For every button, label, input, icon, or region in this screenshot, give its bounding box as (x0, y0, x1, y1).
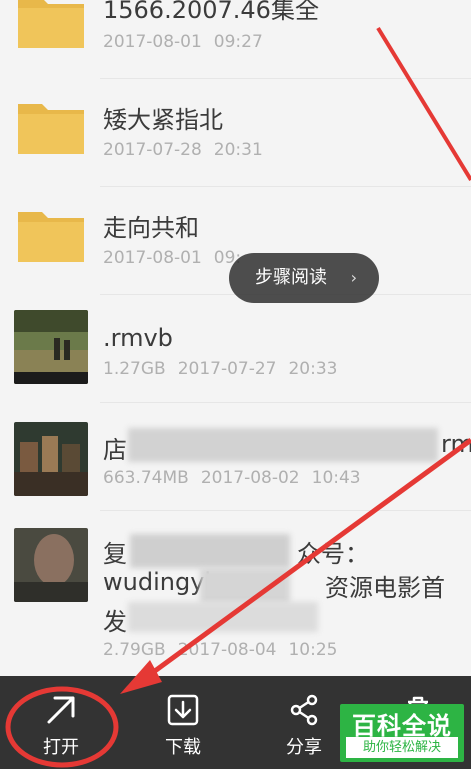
step-reading-label: 步骤阅读 (255, 267, 327, 288)
step-reading-button[interactable]: 步骤阅读 › (229, 253, 379, 303)
file-size: 2.79GB (103, 640, 166, 660)
watermark-subtitle: 助你轻松解决 (346, 737, 458, 758)
file-name-line1-start: 复 (103, 540, 127, 568)
file-size: 1.27GB (103, 359, 166, 379)
file-meta: 2017-08-01 09:27 (103, 32, 263, 52)
file-name-end: rm (441, 430, 471, 458)
file-date: 2017-08-04 (177, 640, 277, 660)
folder-icon (18, 212, 84, 262)
file-date: 2017-08-01 (103, 32, 202, 52)
share-button[interactable]: 分享 (261, 676, 347, 769)
chevron-right-icon: › (350, 268, 357, 287)
download-button[interactable]: 下载 (140, 676, 226, 769)
list-item[interactable]: 1566.2007.46集全 2017-08-01 09:27 (0, 0, 471, 75)
redacted-name (200, 568, 290, 604)
video-thumbnail (14, 310, 88, 384)
file-size: 663.74MB (103, 468, 189, 488)
file-date: 2017-07-28 (103, 140, 202, 160)
file-time: 10:25 (288, 640, 338, 660)
file-name-line3: 发 (103, 608, 127, 636)
file-time: 20:31 (213, 140, 263, 160)
file-meta: 2017-08-01 09: (103, 248, 241, 268)
download-icon (167, 694, 199, 726)
list-item[interactable]: 复 众号： wudingyin 资源电影首 发 2.79GB 2017-08-04… (0, 510, 471, 676)
download-label: 下载 (165, 737, 201, 758)
file-name-line1-end: 众号： (297, 540, 369, 568)
list-item[interactable]: 店 rm 663.74MB 2017-08-02 10:43 (0, 402, 471, 510)
folder-icon (18, 0, 84, 48)
file-name-start: 店 (103, 436, 127, 464)
file-time: 10:43 (311, 468, 361, 488)
file-meta: 1.27GB 2017-07-27 20:33 (103, 359, 337, 379)
file-name: 1566.2007.46集全 (103, 0, 319, 24)
file-date: 2017-08-01 (103, 248, 202, 268)
file-date: 2017-07-27 (177, 359, 277, 379)
file-meta: 2017-07-28 20:31 (103, 140, 263, 160)
file-meta: 2.79GB 2017-08-04 10:25 (103, 640, 337, 660)
list-item[interactable]: 矮大紧指北 2017-07-28 20:31 (0, 78, 471, 186)
file-time: 09:27 (213, 32, 263, 52)
file-name: .rmvb (103, 324, 173, 352)
watermark-title: 百科全说 (352, 712, 452, 740)
video-thumbnail (14, 528, 88, 602)
file-name: 矮大紧指北 (103, 106, 223, 134)
file-time: 20:33 (288, 359, 338, 379)
video-thumbnail (14, 422, 88, 496)
redacted-name (128, 428, 438, 462)
redacted-name (130, 534, 290, 568)
file-name: 走向共和 (103, 214, 199, 242)
redacted-name (128, 602, 318, 632)
open-button[interactable]: 打开 (18, 676, 104, 769)
share-label: 分享 (286, 737, 322, 758)
file-meta: 663.74MB 2017-08-02 10:43 (103, 468, 361, 488)
share-icon (290, 694, 318, 726)
file-date: 2017-08-02 (200, 468, 300, 488)
file-list: 1566.2007.46集全 2017-08-01 09:27 矮大紧指北 201… (0, 0, 471, 676)
file-name-line2-end: 资源电影首 (325, 574, 445, 602)
list-item[interactable]: .rmvb 1.27GB 2017-07-27 20:33 (0, 294, 471, 402)
open-label: 打开 (43, 737, 79, 758)
watermark-badge: 百科全说 助你轻松解决 (340, 704, 464, 762)
arrow-up-right-icon (47, 696, 75, 724)
folder-icon (18, 104, 84, 154)
